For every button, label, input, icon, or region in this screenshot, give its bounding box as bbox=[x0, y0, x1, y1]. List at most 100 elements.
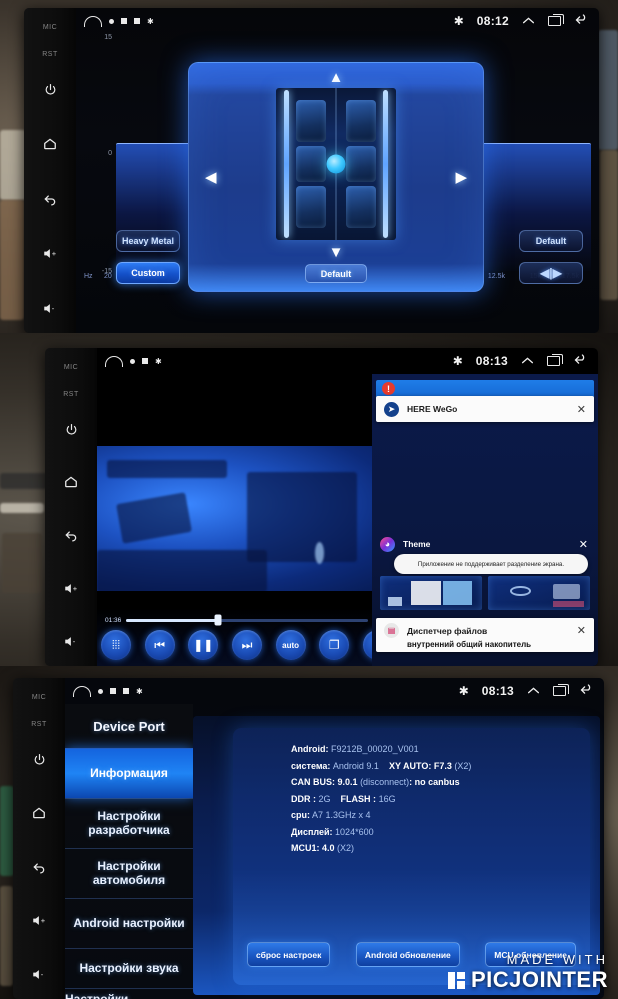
recent-app-title: Диспетчер файлов bbox=[407, 625, 488, 636]
recent-app-card[interactable]: ➤ HERE WeGo ✕ bbox=[376, 396, 594, 422]
previous-button[interactable]: ⏮ bbox=[144, 630, 175, 660]
reset-label: RST bbox=[63, 391, 79, 398]
info-value: 4.0 bbox=[322, 843, 335, 853]
sidebar-item-developer-settings[interactable]: Настройки разработчика bbox=[65, 798, 193, 848]
close-icon[interactable]: ✕ bbox=[577, 403, 586, 416]
info-value: F9212B_00020_V001 bbox=[331, 744, 419, 754]
reset-settings-button[interactable]: сброс настроек bbox=[247, 942, 331, 967]
fader-down-arrow-icon[interactable]: ▼ bbox=[329, 244, 344, 261]
back-icon[interactable] bbox=[573, 353, 588, 369]
svg-text:-: - bbox=[40, 970, 43, 979]
fader-up-arrow-icon[interactable]: ▲ bbox=[329, 69, 344, 86]
android-status-bar: ✱ ✱ 08:12 bbox=[76, 8, 599, 34]
android-update-button[interactable]: Android обновление bbox=[355, 942, 460, 967]
home-button-icon[interactable] bbox=[60, 471, 82, 493]
theme-thumbnail[interactable] bbox=[380, 576, 482, 610]
balance-fader-dialog[interactable]: ▲ ▼ ◀ ▶ Default bbox=[188, 62, 484, 292]
back-button-icon[interactable] bbox=[39, 188, 61, 210]
next-button[interactable]: ⏭ bbox=[231, 630, 262, 660]
touchscreen-panel-1[interactable]: 15 0 -15 Hz 20 60 80 12.5k 15k 17.5k Hea… bbox=[76, 8, 599, 333]
bluetooth-icon: ✱ bbox=[155, 356, 162, 366]
info-canbus-state: (disconnect) bbox=[360, 777, 410, 787]
file-manager-icon: ▤ bbox=[384, 623, 399, 638]
video-controls[interactable]: 01:36 04:26 ⦙⦙⦙ ⏮ ❚❚ ⏭ aut bbox=[97, 608, 397, 666]
sidebar-item-informaciya[interactable]: Информация bbox=[65, 748, 193, 798]
page-title: Device Port bbox=[93, 718, 165, 734]
video-surface[interactable] bbox=[97, 446, 397, 591]
bluetooth-icon: ✱ bbox=[147, 16, 154, 26]
power-button-icon[interactable] bbox=[60, 418, 82, 440]
info-row-system: система: Android 9.1 XY AUTO: F7.3 (X2) bbox=[291, 761, 582, 771]
auto-button[interactable]: auto bbox=[275, 630, 306, 660]
watermark-brand-text: PICJOINTER bbox=[470, 967, 608, 992]
sidebar-item-android-settings[interactable]: Android настройки bbox=[65, 898, 193, 948]
close-icon[interactable]: ✕ bbox=[577, 624, 586, 637]
touchscreen-panel-3[interactable]: Device Port Информация Настройки разрабо… bbox=[65, 678, 604, 999]
info-row-cpu: cpu: A7 1.3GHz x 4 bbox=[291, 810, 582, 820]
recent-app-card[interactable]: ◕ Theme ✕ Приложение не поддерживает раз… bbox=[376, 534, 594, 610]
status-clock: 08:12 bbox=[476, 14, 509, 28]
head-unit-device: MIC RST + bbox=[24, 8, 599, 333]
head-unit-device: MIC RST + bbox=[45, 348, 598, 666]
chevron-up-icon[interactable] bbox=[527, 684, 540, 698]
home-icon[interactable] bbox=[73, 685, 91, 697]
settings-sidebar[interactable]: Device Port Информация Настройки разрабо… bbox=[65, 704, 193, 999]
reset-label: RST bbox=[31, 721, 47, 728]
hardware-button-column: MIC RST + - bbox=[45, 348, 97, 666]
split-screen-tooltip: Приложение не поддерживает разделение эк… bbox=[394, 554, 588, 574]
seek-handle[interactable] bbox=[214, 614, 222, 626]
seek-row[interactable]: 01:36 04:26 bbox=[105, 614, 389, 626]
info-value-xyauto: F7.3 bbox=[433, 760, 452, 771]
power-button-icon[interactable] bbox=[39, 78, 61, 100]
touchscreen-panel-2[interactable]: 01:36 04:26 ⦙⦙⦙ ⏮ ❚❚ ⏭ aut bbox=[97, 348, 598, 666]
theme-thumbnails[interactable] bbox=[380, 576, 590, 610]
sidebar-item-car-settings[interactable]: Настройки автомобиля bbox=[65, 848, 193, 898]
recents-icon[interactable] bbox=[548, 14, 564, 26]
seek-bar[interactable] bbox=[126, 614, 368, 626]
sidebar-item-settings[interactable]: Настройки bbox=[65, 988, 193, 999]
volume-up-button-icon[interactable]: + bbox=[39, 242, 61, 264]
car-cabin-image bbox=[276, 88, 396, 240]
pause-button[interactable]: ❚❚ bbox=[188, 630, 219, 660]
volume-down-button-icon[interactable]: - bbox=[60, 630, 82, 652]
volume-up-button-icon[interactable]: + bbox=[28, 909, 50, 931]
back-button-icon[interactable] bbox=[28, 856, 50, 878]
recent-app-subtitle: внутренний общий накопитель bbox=[407, 640, 532, 649]
chevron-up-icon[interactable] bbox=[522, 14, 535, 28]
video-player-pane[interactable]: 01:36 04:26 ⦙⦙⦙ ⏮ ❚❚ ⏭ aut bbox=[97, 374, 397, 666]
back-icon[interactable] bbox=[574, 13, 589, 29]
home-icon[interactable] bbox=[105, 355, 123, 367]
transport-controls[interactable]: ⦙⦙⦙ ⏮ ❚❚ ⏭ auto ❐ ◳ bbox=[101, 630, 393, 660]
recents-icon[interactable] bbox=[547, 354, 563, 366]
equalizer-button[interactable]: ⦙⦙⦙ bbox=[101, 630, 131, 660]
eq-preset-heavy-metal-button[interactable]: Heavy Metal bbox=[116, 230, 180, 252]
recents-icon[interactable] bbox=[553, 684, 569, 696]
eq-default-button[interactable]: Default bbox=[519, 230, 583, 252]
back-icon[interactable] bbox=[579, 683, 594, 699]
home-button-icon[interactable] bbox=[28, 802, 50, 824]
info-row-mcu: MCU1: 4.0 (X2) bbox=[291, 843, 582, 853]
sidebar-item-sound-settings[interactable]: Настройки звука bbox=[65, 948, 193, 988]
close-icon[interactable]: ✕ bbox=[579, 538, 588, 551]
background-clutter bbox=[2, 533, 42, 593]
eq-preset-custom-button[interactable]: Custom bbox=[116, 262, 180, 284]
screenshot-button[interactable]: ❐ bbox=[319, 630, 350, 660]
back-button-icon[interactable] bbox=[60, 524, 82, 546]
photo-panel-split-screen: MIC RST + - 01:36 ⦙⦙⦙ ⏮ ❚❚ ⏭ auto ❐ ! ➤ … bbox=[0, 333, 618, 666]
recent-app-card[interactable]: ▤ Диспетчер файлов ✕ внутренний общий на… bbox=[376, 618, 594, 652]
volume-down-button-icon[interactable]: - bbox=[28, 963, 50, 985]
info-value: 9.0.1 bbox=[337, 777, 358, 787]
volume-up-button-icon[interactable]: + bbox=[60, 577, 82, 599]
balance-left-arrow-icon[interactable]: ◀ bbox=[205, 168, 217, 186]
eq-loudness-button[interactable]: ◀|▶ bbox=[519, 262, 583, 284]
chevron-up-icon[interactable] bbox=[521, 354, 534, 368]
volume-down-button-icon[interactable]: - bbox=[39, 297, 61, 319]
home-icon[interactable] bbox=[84, 15, 102, 27]
balance-knob-icon[interactable] bbox=[326, 154, 346, 174]
balance-default-button[interactable]: Default bbox=[305, 264, 367, 283]
power-button-icon[interactable] bbox=[28, 748, 50, 770]
theme-thumbnail[interactable] bbox=[488, 576, 590, 610]
balance-right-arrow-icon[interactable]: ▶ bbox=[455, 168, 467, 186]
recent-apps-pane[interactable]: ! ➤ HERE WeGo ✕ ◕ Theme ✕ Приложение не … bbox=[372, 374, 598, 666]
home-button-icon[interactable] bbox=[39, 133, 61, 155]
